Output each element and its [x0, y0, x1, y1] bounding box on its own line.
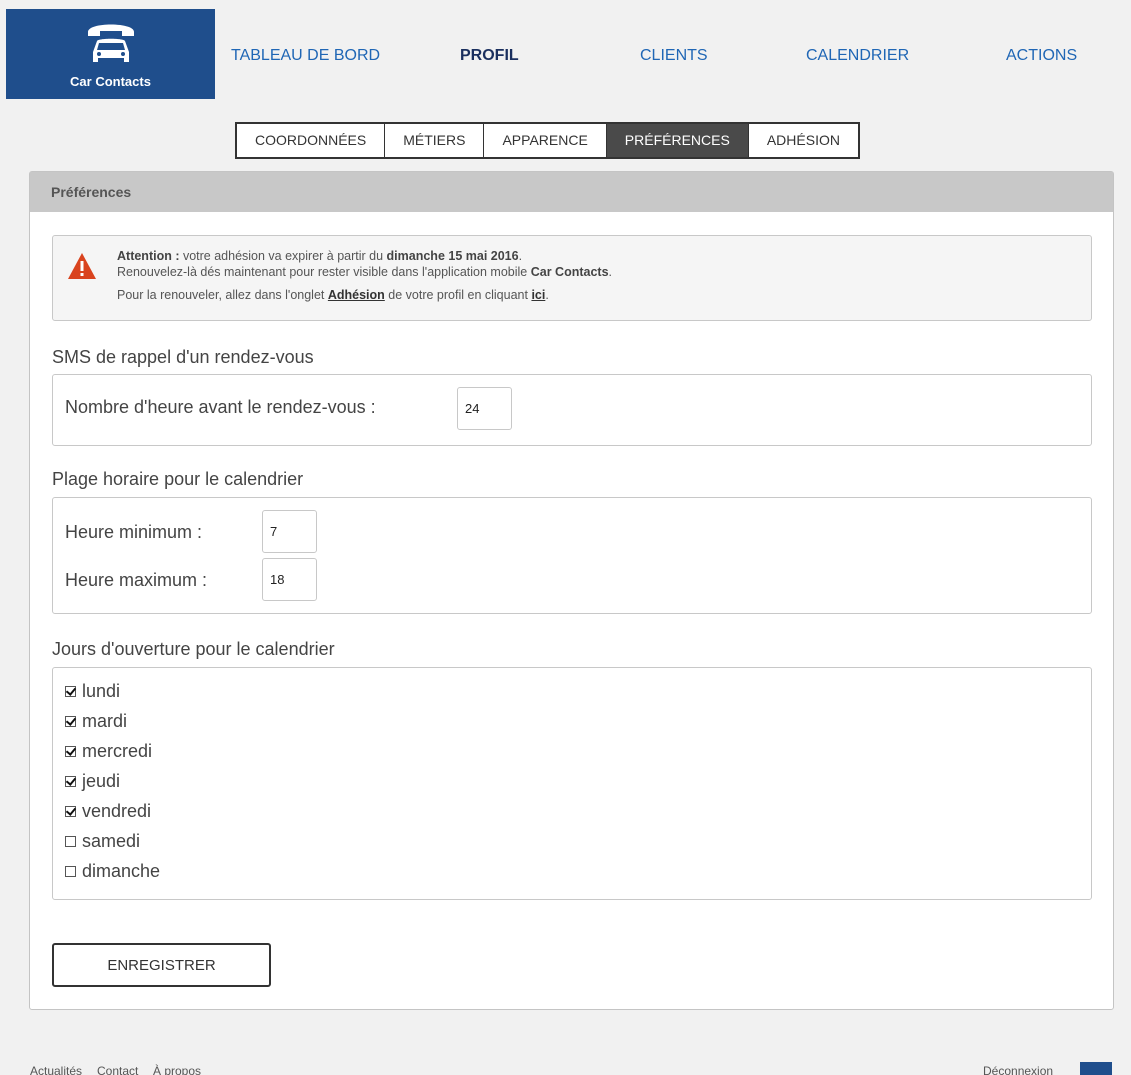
brand-logo[interactable]: Car Contacts: [6, 9, 215, 99]
checkbox[interactable]: [65, 836, 76, 847]
warning-icon: [68, 253, 96, 279]
preferences-panel: Préférences Attention : votre adhésion v…: [29, 171, 1114, 1010]
checkbox[interactable]: [65, 806, 76, 817]
nav-profil[interactable]: PROFIL: [460, 47, 519, 65]
tab-adhesion[interactable]: ADHÉSION: [749, 124, 858, 157]
ici-link[interactable]: ici: [531, 288, 545, 302]
expiry-date: dimanche 15 mai 2016: [386, 249, 519, 263]
min-hour-input[interactable]: [262, 510, 317, 553]
membership-alert: Attention : votre adhésion va expirer à …: [52, 235, 1092, 321]
tab-metiers[interactable]: MÉTIERS: [385, 124, 485, 157]
header: Car Contacts TABLEAU DE BORD PROFIL CLIE…: [0, 0, 1131, 100]
alert-attention: Attention :: [117, 249, 180, 263]
sms-section-title: SMS de rappel d'un rendez-vous: [52, 347, 314, 367]
checkbox[interactable]: [65, 746, 76, 757]
day-dimanche[interactable]: dimanche: [65, 861, 160, 882]
day-vendredi[interactable]: vendredi: [65, 801, 151, 822]
sms-hours-input[interactable]: [457, 387, 512, 430]
days-box: lundi mardi mercredi jeudi vendredi same…: [52, 667, 1092, 900]
day-mercredi[interactable]: mercredi: [65, 741, 152, 762]
checkbox[interactable]: [65, 866, 76, 877]
alert-text: Attention : votre adhésion va expirer à …: [117, 249, 613, 302]
save-button[interactable]: ENREGISTRER: [52, 943, 271, 987]
days-section-title: Jours d'ouverture pour le calendrier: [52, 639, 335, 659]
profile-tabs: COORDONNÉES MÉTIERS APPARENCE PRÉFÉRENCE…: [235, 122, 860, 159]
tab-preferences[interactable]: PRÉFÉRENCES: [606, 124, 749, 157]
footer-link-contact[interactable]: Contact: [97, 1064, 138, 1075]
nav-clients[interactable]: CLIENTS: [640, 47, 708, 65]
day-mardi[interactable]: mardi: [65, 711, 127, 732]
sms-box: Nombre d'heure avant le rendez-vous :: [52, 374, 1092, 446]
sms-hours-label: Nombre d'heure avant le rendez-vous :: [65, 397, 376, 417]
min-hour-label: Heure minimum :: [65, 522, 203, 542]
footer-link-a-propos[interactable]: À propos: [153, 1064, 201, 1075]
tab-apparence[interactable]: APPARENCE: [484, 124, 607, 157]
footer-logo: [1080, 1062, 1112, 1075]
footer: Actualités Contact À propos Déconnexion: [0, 1062, 1131, 1075]
max-hour-label: Heure maximum :: [65, 570, 208, 590]
day-jeudi[interactable]: jeudi: [65, 771, 120, 792]
max-hour-input[interactable]: [262, 558, 317, 601]
checkbox[interactable]: [65, 716, 76, 727]
nav-actions[interactable]: ACTIONS: [1006, 47, 1077, 65]
hours-section-title: Plage horaire pour le calendrier: [52, 469, 304, 489]
tab-coordonnees[interactable]: COORDONNÉES: [237, 124, 386, 157]
logout-link[interactable]: Déconnexion: [983, 1064, 1053, 1075]
footer-link-actualites[interactable]: Actualités: [30, 1064, 82, 1075]
day-lundi[interactable]: lundi: [65, 681, 120, 702]
nav-calendrier[interactable]: CALENDRIER: [806, 47, 909, 65]
brand-name: Car Contacts: [70, 74, 151, 89]
checkbox[interactable]: [65, 776, 76, 787]
panel-title: Préférences: [30, 172, 1113, 212]
adhesion-link[interactable]: Adhésion: [328, 288, 385, 302]
car-phone-icon: [88, 24, 134, 62]
app-name: Car Contacts: [530, 265, 609, 279]
nav-tableau-de-bord[interactable]: TABLEAU DE BORD: [231, 47, 380, 65]
checkbox[interactable]: [65, 686, 76, 697]
hours-box: Heure minimum : Heure maximum :: [52, 497, 1092, 614]
day-samedi[interactable]: samedi: [65, 831, 140, 852]
